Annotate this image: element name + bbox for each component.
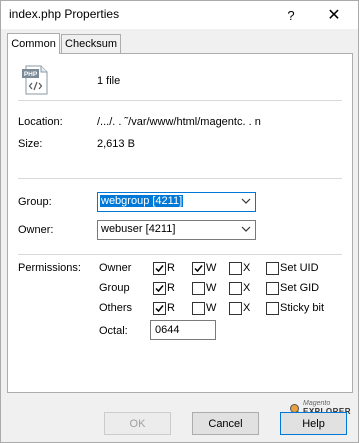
owner-r-label: R xyxy=(167,262,175,274)
perm-row-group-label: Group xyxy=(99,282,130,294)
size-label: Size: xyxy=(18,138,43,150)
group-set-gid-label: Set GID xyxy=(280,282,320,294)
others-sticky-bit-label: Sticky bit xyxy=(280,302,325,314)
perm-row-others-label: Others xyxy=(99,302,133,314)
perm-row-owner-label: Owner xyxy=(99,262,132,274)
window-title: index.php Properties xyxy=(9,7,120,21)
close-button[interactable]: ✕ xyxy=(319,1,349,29)
owner-w-checkbox[interactable] xyxy=(192,262,205,275)
help-button[interactable]: Help xyxy=(280,412,347,435)
tab-checksum[interactable]: Checksum xyxy=(61,34,121,53)
owner-dropdown-value: webuser [4211] xyxy=(101,223,176,235)
octal-label: Octal: xyxy=(99,325,128,337)
group-w-label: W xyxy=(206,282,217,294)
group-dropdown[interactable]: webgroup [4211] xyxy=(97,192,256,212)
others-x-checkbox[interactable] xyxy=(229,302,242,315)
octal-value: 0644 xyxy=(155,324,180,336)
permissions-label: Permissions: xyxy=(18,262,81,274)
chevron-down-icon xyxy=(241,198,251,204)
owner-x-label: X xyxy=(243,262,251,274)
owner-x-checkbox[interactable] xyxy=(229,262,242,275)
group-r-checkbox[interactable] xyxy=(153,282,166,295)
ok-button[interactable]: OK xyxy=(104,412,171,435)
cancel-button[interactable]: Cancel xyxy=(192,412,259,435)
chevron-down-icon xyxy=(241,226,251,232)
group-label: Group: xyxy=(18,196,52,208)
owner-set-uid-label: Set UID xyxy=(280,262,319,274)
others-x-label: X xyxy=(243,302,251,314)
others-w-checkbox[interactable] xyxy=(192,302,205,315)
separator xyxy=(18,100,342,101)
location-value: /.../. . ˜/var/www/html/magentc. . n xyxy=(97,116,261,128)
size-value: 2,613 B xyxy=(97,138,135,150)
location-label: Location: xyxy=(18,116,63,128)
group-set-gid-checkbox[interactable] xyxy=(266,282,279,295)
others-r-label: R xyxy=(167,302,175,314)
group-w-checkbox[interactable] xyxy=(192,282,205,295)
watermark-line1: Magento xyxy=(303,400,331,407)
title-bar: index.php Properties ? ✕ xyxy=(1,1,358,29)
group-r-label: R xyxy=(167,282,175,294)
owner-w-label: W xyxy=(206,262,217,274)
others-sticky-bit-checkbox[interactable] xyxy=(266,302,279,315)
others-w-label: W xyxy=(206,302,217,314)
others-r-checkbox[interactable] xyxy=(153,302,166,315)
owner-dropdown[interactable]: webuser [4211] xyxy=(97,220,256,240)
group-x-checkbox[interactable] xyxy=(229,282,242,295)
separator xyxy=(18,254,342,255)
common-tab-panel: PHP 1 file Location: /.../. . ˜/var/www/… xyxy=(7,53,353,393)
octal-input[interactable]: 0644 xyxy=(150,320,216,340)
group-x-label: X xyxy=(243,282,251,294)
file-count: 1 file xyxy=(97,75,121,87)
help-title-button[interactable]: ? xyxy=(276,1,306,29)
tab-common[interactable]: Common xyxy=(7,33,60,54)
owner-r-checkbox[interactable] xyxy=(153,262,166,275)
svg-text:PHP: PHP xyxy=(24,71,38,78)
php-file-icon: PHP xyxy=(22,65,48,95)
owner-set-uid-checkbox[interactable] xyxy=(266,262,279,275)
separator xyxy=(18,178,342,179)
properties-dialog: index.php Properties ? ✕ Common Checksum… xyxy=(0,0,359,443)
owner-label: Owner: xyxy=(18,224,54,236)
group-dropdown-value: webgroup [4211] xyxy=(100,195,184,207)
